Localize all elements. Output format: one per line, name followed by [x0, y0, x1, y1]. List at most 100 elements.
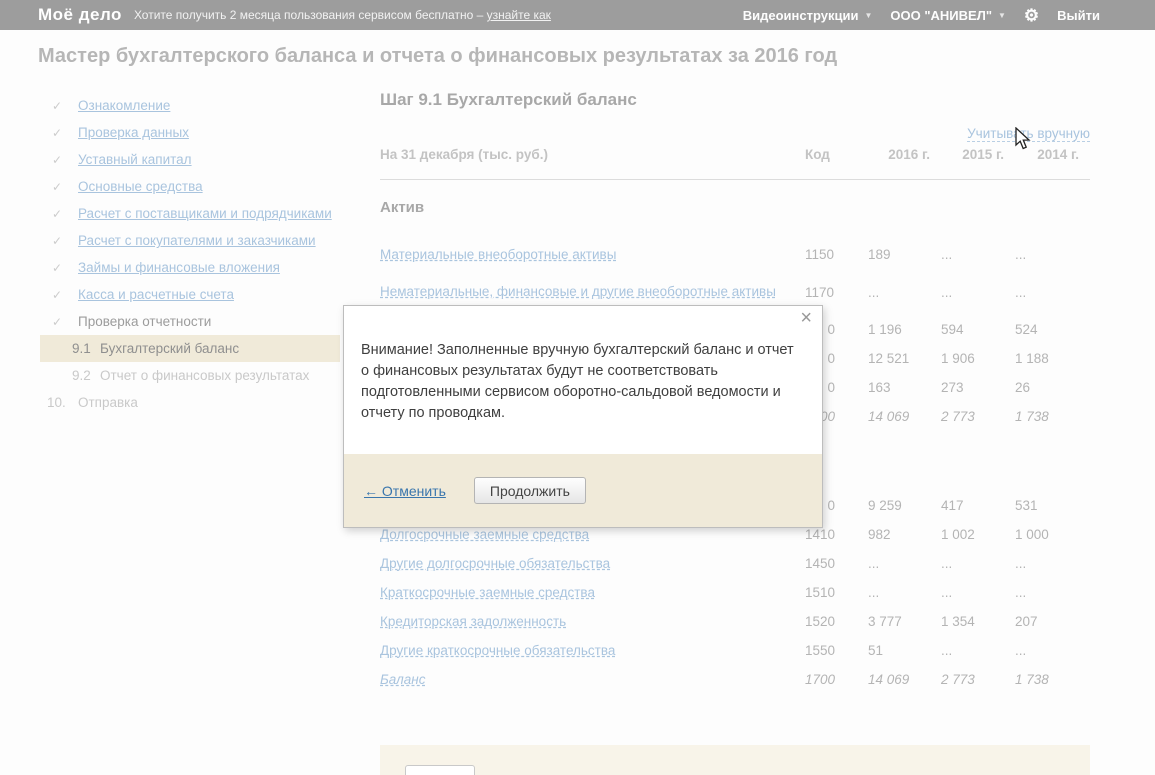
step-title: Шаг 9.1 Бухгалтерский баланс: [380, 90, 637, 109]
sidebar-step-item: 10. Отправка: [40, 389, 362, 416]
column-header-2016: 2016 г.: [888, 147, 930, 162]
row-label-link[interactable]: Кредиторская задолженность: [380, 614, 566, 629]
step-label[interactable]: Проверка данных: [78, 125, 189, 140]
row-label-link[interactable]: Баланс: [380, 672, 425, 687]
row-code: 1510: [805, 585, 836, 600]
wizard-steps-sidebar: ✓ Ознакомление ✓ Проверка данных ✓ Уставный к…: [40, 92, 362, 416]
row-value-2015: 1 906: [941, 351, 975, 366]
page: Моё дело Хотите получить 2 месяца пользо…: [0, 0, 1155, 775]
row-value-2015: ...: [941, 585, 953, 600]
cancel-link[interactable]: ← Отменить: [364, 483, 446, 499]
step-label[interactable]: Расчет с покупателями и заказчиками: [78, 233, 316, 248]
row-value-2015: 273: [941, 380, 964, 395]
row-label: Нематериальные, финансовые и другие внео…: [380, 284, 805, 300]
row-value-2014: 1 000: [1015, 527, 1049, 542]
step-label[interactable]: Займы и финансовые вложения: [78, 260, 280, 275]
row-value-2015: 594: [941, 322, 964, 337]
continue-button[interactable]: Продолжить: [473, 477, 586, 504]
close-icon[interactable]: ×: [800, 308, 812, 328]
table-row: Баланс 1700 14 069 2 773 1 738: [380, 665, 1090, 694]
check-icon: ✓: [52, 206, 63, 221]
warning-dialog: × Внимание! Заполненные вручную бухгалте…: [343, 305, 823, 528]
step-label: Отчет о финансовых результатах: [100, 368, 310, 383]
table-row: Кредиторская задолженность 1520 3 777 1 354…: [380, 607, 1090, 636]
step-label[interactable]: Расчет с поставщиками и подрядчиками: [78, 206, 332, 221]
row-label-link[interactable]: Материальные внеоборотные активы: [380, 247, 616, 262]
row-value-2016: 3 777: [868, 614, 902, 629]
table-header-row: На 31 декабря (тыс. руб.) Код 2016 г. 20…: [380, 147, 1090, 162]
sidebar-step-item: 9.2 Отчет о финансовых результатах: [40, 362, 362, 389]
row-value-2015: ...: [941, 247, 953, 262]
step-label[interactable]: Касса и расчетные счета: [78, 287, 234, 302]
sidebar-step-item[interactable]: ✓ Ознакомление: [40, 92, 362, 119]
row-label: Другие краткосрочные обязательства: [380, 643, 805, 659]
table-row: Другие долгосрочные обязательства 1450...…: [380, 549, 1090, 578]
row-value-2015: ...: [941, 284, 953, 300]
row-value-2016: 14 069: [868, 672, 910, 687]
step-number: 9.1: [72, 341, 91, 356]
step-label[interactable]: Основные средства: [78, 179, 203, 194]
row-value-2015: 417: [941, 498, 964, 513]
step-label: Отправка: [78, 395, 138, 410]
check-icon: ✓: [52, 287, 63, 302]
manual-entry-link[interactable]: Учитывать вручную: [967, 126, 1090, 142]
row-label: Кредиторская задолженность: [380, 614, 805, 630]
step-label: Проверка отчетности: [78, 314, 212, 329]
section-header-assets: Актив: [380, 199, 425, 216]
step-label[interactable]: Ознакомление: [78, 98, 170, 113]
row-code: 1410: [805, 527, 836, 542]
row-code: 1520: [805, 614, 836, 629]
sidebar-step-item[interactable]: ✓ Займы и финансовые вложения: [40, 254, 362, 281]
row-value-2015: 1 002: [941, 527, 975, 542]
row-value-2015: 2 773: [941, 672, 975, 687]
row-value-2014: 1 738: [1015, 409, 1049, 424]
column-header-code: Код: [805, 147, 830, 162]
row-code: 1170: [805, 284, 835, 300]
step-label: Бухгалтерский баланс: [100, 341, 240, 356]
step-label[interactable]: Уставный капитал: [78, 152, 192, 167]
row-value-2016: ...: [868, 585, 880, 600]
row-label: Другие долгосрочные обязательства: [380, 556, 805, 572]
bottom-action-button[interactable]: [405, 765, 475, 775]
row-value-2015: ...: [941, 556, 953, 571]
row-value-2016: 982: [868, 527, 891, 542]
row-value-2015: 1 354: [941, 614, 975, 629]
check-icon: ✓: [52, 125, 63, 140]
check-icon: ✓: [52, 233, 63, 248]
row-label: Материальные внеоборотные активы: [380, 247, 805, 263]
row-label-link[interactable]: Краткосрочные заемные средства: [380, 585, 595, 600]
table-row: Другие краткосрочные обязательства 1550 51…: [380, 636, 1090, 665]
row-value-2014: ...: [1015, 284, 1027, 300]
row-code: 1150: [805, 247, 835, 262]
row-label: Долгосрочные заемные средства: [380, 527, 805, 543]
table-header-divider: [380, 179, 1090, 180]
sidebar-step-item[interactable]: ✓ Основные средства: [40, 173, 362, 200]
warning-message: Внимание! Заполненные вручную бухгалтерс…: [361, 342, 794, 421]
column-header-period: На 31 декабря (тыс. руб.): [380, 147, 548, 162]
row-value-2016: ...: [868, 556, 880, 571]
row-value-2014: 26: [1015, 380, 1031, 395]
row-label-link[interactable]: Долгосрочные заемные средства: [380, 527, 589, 542]
check-icon: ✓: [52, 179, 63, 194]
column-header-2014: 2014 г.: [1037, 147, 1079, 162]
column-header-2015: 2015 г.: [962, 147, 1004, 162]
row-value-2014: 1 188: [1015, 351, 1049, 366]
sidebar-step-item[interactable]: ✓ Уставный капитал: [40, 146, 362, 173]
row-value-2014: 207: [1015, 614, 1038, 629]
sidebar-step-item[interactable]: ✓ Касса и расчетные счета: [40, 281, 362, 308]
check-icon: ✓: [52, 314, 63, 329]
sidebar-step-item[interactable]: ✓ Расчет с покупателями и заказчиками: [40, 227, 362, 254]
row-label-link[interactable]: Другие краткосрочные обязательства: [380, 643, 615, 658]
sidebar-step-item: 9.1 Бухгалтерский баланс: [40, 335, 340, 362]
sidebar-step-item[interactable]: ✓ Расчет с поставщиками и подрядчиками: [40, 200, 362, 227]
row-value-2014: 1 738: [1015, 672, 1049, 687]
row-label-link[interactable]: Другие долгосрочные обязательства: [380, 556, 610, 571]
row-label-link[interactable]: Нематериальные, финансовые и другие внео…: [380, 284, 776, 299]
sidebar-step-item[interactable]: ✓ Проверка данных: [40, 119, 362, 146]
row-value-2015: 2 773: [941, 409, 975, 424]
step-number: 9.2: [72, 368, 91, 383]
row-value-2015: ...: [941, 643, 953, 658]
row-value-2016: 163: [868, 380, 891, 395]
row-value-2016: ...: [868, 284, 880, 300]
row-code: 1700: [805, 672, 836, 687]
